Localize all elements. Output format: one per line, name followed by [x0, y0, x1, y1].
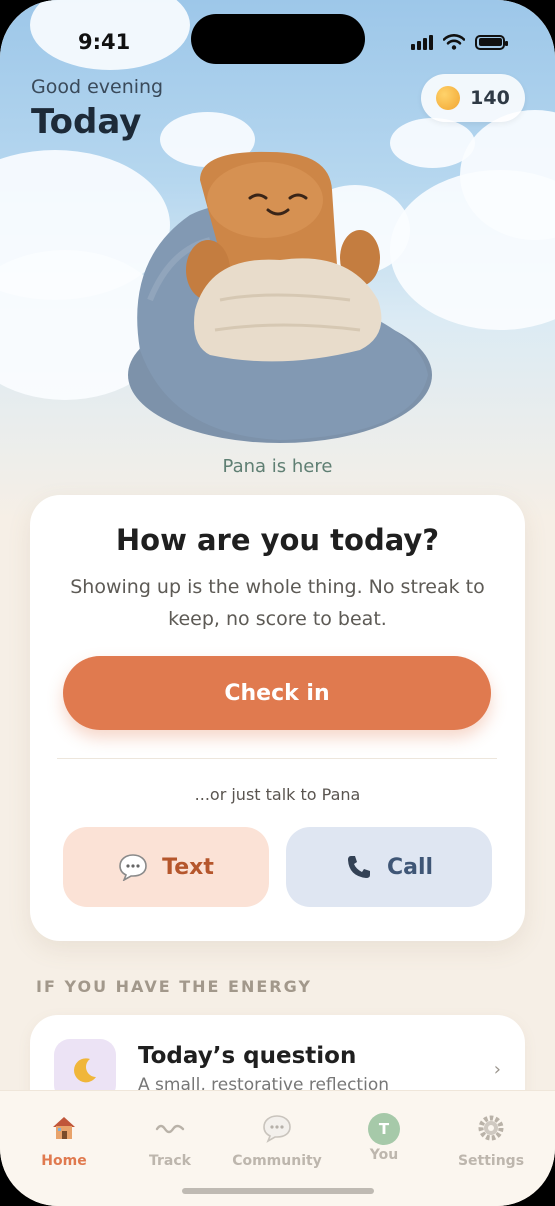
app-screen: 9:41 Good evening Today 140 Pana is here — [0, 0, 555, 1206]
pana-mascot-illustration — [128, 151, 432, 443]
speech-bubble-icon — [222, 1113, 332, 1143]
check-in-button[interactable]: Check in — [63, 656, 491, 730]
checkin-card: How are you today? Showing up is the who… — [30, 495, 525, 941]
battery-icon — [475, 34, 508, 50]
coin-balance[interactable]: 140 — [421, 74, 525, 122]
tab-label-settings: Settings — [457, 1153, 525, 1169]
tab-settings[interactable]: Settings — [436, 1113, 546, 1169]
tab-you[interactable]: T You — [329, 1113, 439, 1163]
wave-icon — [115, 1113, 225, 1143]
home-indicator — [182, 1188, 374, 1194]
phone-icon — [347, 856, 370, 878]
gear-icon — [436, 1113, 546, 1143]
tab-track[interactable]: Track — [115, 1113, 225, 1169]
greeting-text: Good evening — [31, 76, 164, 98]
checkin-card-title: How are you today? — [115, 523, 440, 557]
tab-label-track: Track — [149, 1153, 191, 1169]
mascot-caption: Pana is here — [222, 456, 333, 477]
tab-home[interactable]: Home — [9, 1113, 119, 1169]
speech-bubble-icon — [119, 854, 147, 881]
status-icons — [411, 34, 508, 50]
talk-to-pana-prompt: ...or just talk to Pana — [194, 785, 361, 804]
call-pana-button[interactable]: Call — [286, 827, 492, 907]
wifi-icon — [443, 34, 465, 50]
coin-icon — [436, 86, 461, 110]
text-pana-button[interactable]: Text — [63, 827, 269, 907]
divider — [57, 758, 497, 759]
coin-count: 140 — [470, 87, 510, 109]
page-title: Today — [31, 102, 142, 142]
house-icon — [9, 1113, 119, 1143]
energy-section-heading: IF YOU HAVE THE ENERGY — [36, 977, 312, 996]
status-time: 9:41 — [78, 30, 131, 54]
dynamic-island — [191, 14, 365, 64]
checkin-card-subtitle: Showing up is the whole thing. No streak… — [70, 576, 485, 630]
cellular-signal-icon — [411, 34, 433, 50]
avatar: T — [368, 1113, 400, 1145]
call-button-label: Call — [386, 854, 434, 880]
question-title: Today’s question — [138, 1043, 357, 1069]
text-button-label: Text — [162, 854, 214, 880]
tab-label-community: Community — [232, 1153, 322, 1169]
tab-community[interactable]: Community — [222, 1113, 332, 1169]
chevron-right-icon: › — [493, 1059, 501, 1080]
tab-label-you: You — [369, 1147, 399, 1163]
tab-label-home: Home — [41, 1153, 87, 1169]
